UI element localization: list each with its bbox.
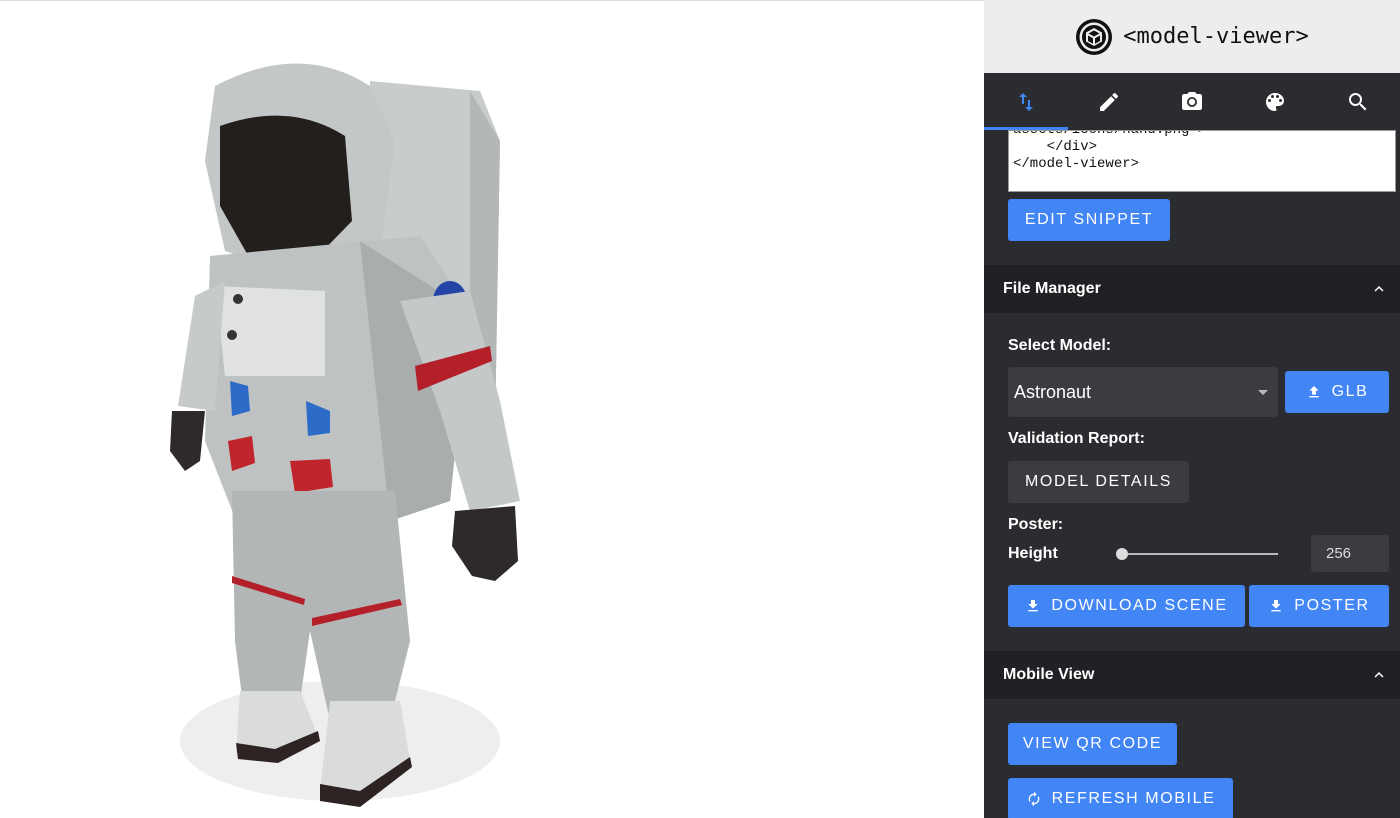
model-viewer-cube-icon [1076,18,1113,55]
mobile-view-header[interactable]: Mobile View [984,651,1400,699]
poster-label: Poster: [1008,516,1064,533]
refresh-icon [1028,791,1039,807]
astronaut-model [170,63,520,807]
pencil-icon [1099,92,1118,111]
download-poster-label: POSTER [1294,597,1370,614]
view-qr-code-label: VIEW QR CODE [1022,735,1163,752]
camera-icon [1182,91,1202,110]
download-scene-button[interactable]: DOWNLOAD SCENE [1008,585,1245,627]
download-scene-label: DOWNLOAD SCENE [1051,597,1228,614]
height-input[interactable]: 256 [1311,535,1389,572]
validation-report-label: Validation Report: [1008,430,1145,447]
height-label: Height [1008,545,1058,562]
file-manager-header[interactable]: File Manager [984,265,1400,313]
model-viewport[interactable] [0,0,984,818]
chevron-up-icon [1374,672,1384,678]
tab-edit-materials[interactable] [1067,73,1150,130]
view-qr-code-button[interactable]: VIEW QR CODE [1008,723,1177,765]
tab-camera[interactable] [1150,73,1233,130]
snippet-code: assets/icons/hand.png"> </div> </model-v… [1013,130,1207,172]
swap-vert-icon [1018,92,1033,111]
download-poster-button[interactable]: POSTER [1249,585,1389,627]
palette-icon [1266,92,1285,111]
upload-icon [1308,386,1319,398]
edit-snippet-button[interactable]: EDIT SNIPPET [1008,199,1170,241]
dropdown-caret-icon [1258,389,1268,395]
model-select[interactable]: Astronaut [1008,367,1278,417]
tab-environment[interactable] [1234,73,1317,130]
snippet-textarea[interactable]: assets/icons/hand.png"> </div> </model-v… [1008,130,1396,192]
search-icon [1349,92,1367,110]
refresh-mobile-label: REFRESH MOBILE [1051,790,1216,807]
file-manager-title: File Manager [1003,280,1101,297]
editor-panel: <model-viewer> assets/icons/hand.png"> <… [984,0,1400,818]
refresh-mobile-button[interactable]: REFRESH MOBILE [1008,778,1233,818]
upload-glb-button[interactable]: GLB [1285,371,1389,413]
slider-track [1116,553,1278,555]
model-details-label: MODEL DETAILS [1024,473,1173,490]
height-slider[interactable] [1116,548,1278,560]
app-title: <model-viewer> [1123,24,1309,49]
model-details-button[interactable]: MODEL DETAILS [1008,461,1189,503]
upload-glb-label: GLB [1331,383,1369,400]
download-icon [1028,600,1039,612]
tab-inspect[interactable] [1317,73,1400,130]
brand-header: <model-viewer> [984,0,1400,73]
select-model-label: Select Model: [1008,337,1112,354]
tab-edit[interactable] [984,73,1067,130]
model-select-value: Astronaut [1014,381,1092,402]
mobile-view-title: Mobile View [1003,666,1095,683]
tab-bar [984,73,1400,130]
download-icon [1271,600,1281,612]
edit-snippet-label: EDIT SNIPPET [1024,211,1154,228]
slider-thumb[interactable] [1116,548,1128,560]
chevron-up-icon [1374,286,1384,292]
